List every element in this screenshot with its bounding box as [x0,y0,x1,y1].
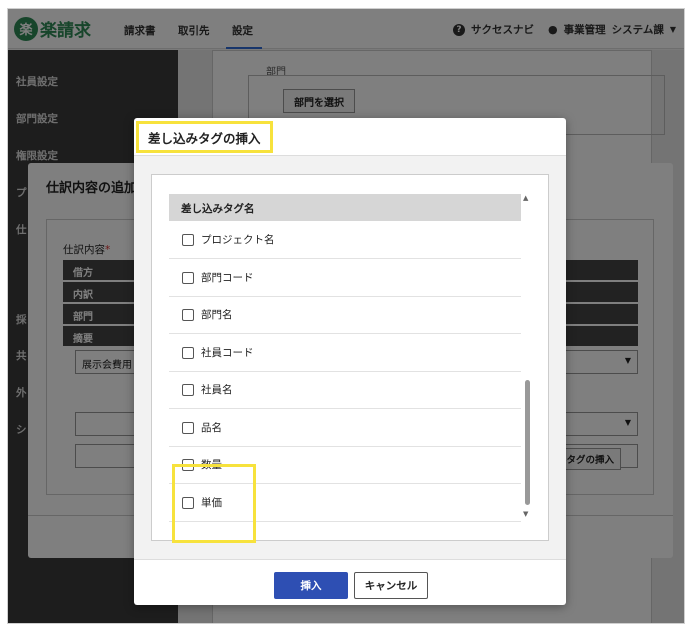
scrollbar-thumb[interactable] [525,380,530,505]
tag-label: 社員コード [201,347,254,359]
checkbox[interactable] [182,421,194,434]
insert-tag-modal: 差し込みタグの挿入 差し込みタグ名 プロジェクト名 部門コード 部門名 社員コー… [134,118,566,605]
modal-footer: 挿入 キャンセル [134,560,566,605]
list-item[interactable]: 部門コード [169,259,521,297]
checkbox[interactable] [182,383,194,396]
cancel-button[interactable]: キャンセル [354,572,428,599]
app-window: 楽 楽請求 請求書 取引先 設定 ? サクセスナビ ● 事業管理 システム課 ▼… [7,8,685,624]
scrollbar[interactable]: ▲ ▼ [523,194,532,520]
tag-label: 部門名 [201,309,233,321]
checkbox[interactable] [182,308,194,321]
tag-label: 社員名 [201,384,233,396]
modal-title: 差し込みタグの挿入 [136,121,273,153]
tag-label: プロジェクト名 [201,234,275,246]
tag-list-header: 差し込みタグ名 [169,194,521,221]
modal-body: 差し込みタグ名 プロジェクト名 部門コード 部門名 社員コード 社員名 品名 数… [134,156,566,560]
insert-button[interactable]: 挿入 [274,572,348,599]
checkbox[interactable] [182,233,194,246]
tag-label: 部門コード [201,272,254,284]
list-item[interactable]: 部門名 [169,296,521,334]
checkbox[interactable] [182,346,194,359]
list-item[interactable]: 品名 [169,409,521,447]
tag-label: 品名 [201,422,222,434]
modal-header: 差し込みタグの挿入 [134,118,566,156]
scroll-down-icon[interactable]: ▼ [523,510,528,518]
list-item[interactable]: 社員名 [169,371,521,409]
list-item[interactable]: 社員コード [169,334,521,372]
highlight-box [172,464,256,543]
list-item[interactable]: プロジェクト名 [169,221,521,259]
checkbox[interactable] [182,271,194,284]
scroll-up-icon[interactable]: ▲ [523,194,528,202]
tag-list-panel: 差し込みタグ名 プロジェクト名 部門コード 部門名 社員コード 社員名 品名 数… [151,174,549,543]
